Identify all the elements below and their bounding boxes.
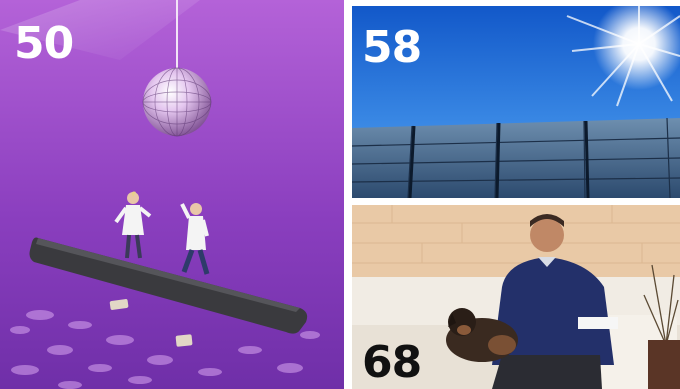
feature-image-portrait[interactable]: 68 (352, 205, 680, 389)
solar-panel-array (352, 117, 680, 198)
page-number: 68 (362, 337, 422, 388)
disco-ball-icon (142, 67, 212, 137)
page-number: 50 (14, 18, 74, 69)
feature-image-solar[interactable]: 58 (352, 6, 680, 198)
feature-image-disco[interactable]: 50 (0, 0, 344, 389)
page-number: 58 (362, 22, 422, 73)
